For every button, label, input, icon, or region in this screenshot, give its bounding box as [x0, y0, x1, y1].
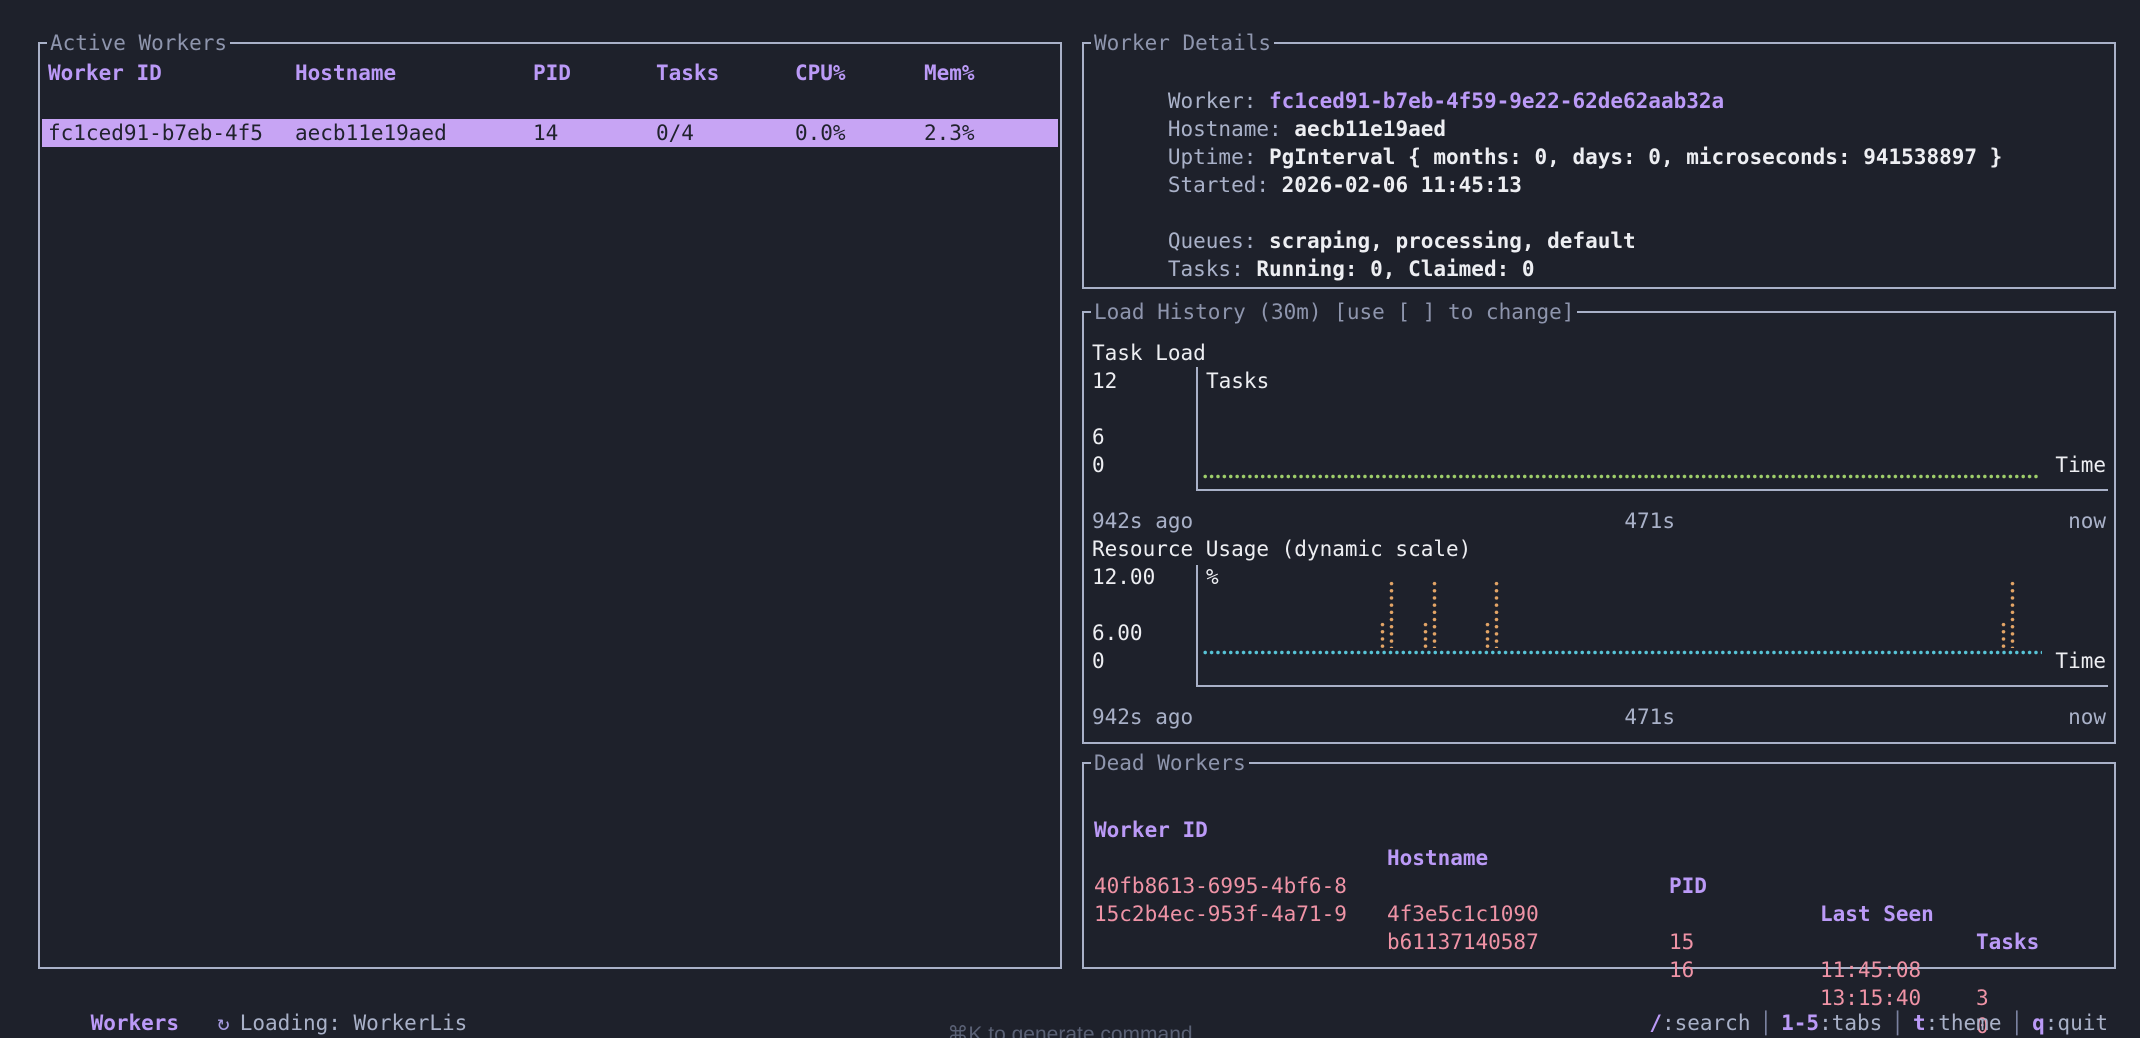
task-ytick-0: 0	[1092, 451, 1105, 479]
cell-mem: 2.3%	[924, 119, 975, 147]
worker-row-selected[interactable]: fc1ced91-b7eb-4f5 aecb11e19aed 14 0/4 0.…	[42, 119, 1058, 147]
dead-worker-row[interactable]: 15c2b4ec-953f-4a71-9 b61137140587 16 13:…	[1086, 872, 2112, 900]
status-bar-left: Workers↻Loading: WorkerLis	[40, 981, 467, 1009]
active-workers-title: Active Workers	[47, 29, 230, 57]
resource-ytick-0: 0	[1092, 647, 1105, 675]
task-xlabel-left: 942s ago	[1092, 507, 1193, 535]
col-cpu: CPU%	[795, 59, 846, 87]
detail-tasks-label: Tasks:	[1168, 257, 1257, 281]
cell-pid: 15	[1669, 928, 1694, 956]
task-x-axis-line	[1196, 489, 2108, 491]
resource-xlabel-left: 942s ago	[1092, 703, 1193, 731]
col-worker-id: Worker ID	[48, 59, 162, 87]
col-worker-id: Worker ID	[1094, 816, 1208, 844]
resource-ytick-6: 6.00	[1092, 619, 1143, 647]
cell-pid: 16	[1669, 956, 1694, 984]
cpu-series-line	[1202, 650, 2042, 655]
dead-workers-header: Worker ID Hostname PID Last Seen Tasks	[1086, 788, 2112, 816]
cell-cpu: 0.0%	[795, 119, 846, 147]
resource-ytick-12: 12.00	[1092, 563, 1155, 591]
col-tasks: Tasks	[656, 59, 719, 87]
load-history-panel: Load History (30m) [use [ ] to change] T…	[1082, 311, 2116, 744]
hint-separator: │	[2001, 1011, 2032, 1035]
detail-hostname: Hostname: aecb11e19aed	[1092, 87, 2108, 115]
detail-started: Started: 2026-02-06 11:45:13	[1092, 143, 2108, 171]
terminal-screen: Active Workers Worker ID Hostname PID Ta…	[0, 0, 2140, 1038]
tab-workers[interactable]: Workers	[91, 1011, 180, 1035]
resource-x-labels: 942s ago 471s now	[1092, 703, 2106, 731]
hint-key-tabs: 1-5	[1781, 1011, 1819, 1035]
cell-worker-id: fc1ced91-b7eb-4f5	[48, 119, 263, 147]
dead-worker-row[interactable]: 40fb8613-6995-4bf6-8 4f3e5c1c1090 15 11:…	[1086, 844, 2112, 872]
resource-chart-title: Resource Usage (dynamic scale)	[1092, 535, 1471, 563]
resource-xlabel-right: now	[2068, 703, 2106, 731]
task-series-line	[1202, 474, 2038, 479]
col-mem: Mem%	[924, 59, 975, 87]
detail-started-label: Started:	[1168, 173, 1282, 197]
hint-separator: │	[1882, 1011, 1913, 1035]
hint-key-search: /	[1649, 1011, 1662, 1035]
detail-started-value: 2026-02-06 11:45:13	[1282, 173, 1522, 197]
detail-tasks: Tasks: Running: 0, Claimed: 0	[1092, 227, 2108, 255]
cell-hostname: aecb11e19aed	[295, 119, 447, 147]
detail-queues: Queues: scraping, processing, default	[1092, 199, 2108, 227]
task-x-labels: 942s ago 471s now	[1092, 507, 2106, 535]
task-chart-title: Task Load	[1092, 339, 1206, 367]
col-last-seen: Last Seen	[1820, 900, 1934, 928]
load-history-title: Load History (30m) [use [ ] to change]	[1091, 298, 1577, 326]
worker-details-title: Worker Details	[1091, 29, 1274, 57]
hint-label-search: :search	[1662, 1011, 1751, 1035]
hint-label-tabs: :tabs	[1819, 1011, 1882, 1035]
col-hostname: Hostname	[295, 59, 396, 87]
dead-workers-panel: Dead Workers Worker ID Hostname PID Last…	[1082, 762, 2116, 969]
resource-xlabel-mid: 471s	[1624, 703, 1675, 731]
spinner-icon: ↻	[217, 1011, 230, 1035]
active-workers-panel: Active Workers Worker ID Hostname PID Ta…	[38, 42, 1062, 969]
col-tasks: Tasks	[1976, 928, 2039, 956]
task-y-axis-line	[1196, 367, 1198, 491]
col-pid: PID	[533, 59, 571, 87]
hint-label-theme: :theme	[1926, 1011, 2002, 1035]
task-xlabel-mid: 471s	[1624, 507, 1675, 535]
loading-status: Loading: WorkerLis	[240, 1011, 468, 1035]
status-bar-hints: /:search│1-5:tabs│t:theme│q:quit	[1599, 981, 2108, 1009]
hint-key-quit: q	[2032, 1011, 2045, 1035]
memory-spikes-layer	[1196, 573, 2040, 685]
worker-details-panel: Worker Details Worker: fc1ced91-b7eb-4f5…	[1082, 42, 2116, 289]
detail-worker: Worker: fc1ced91-b7eb-4f59-9e22-62de62aa…	[1092, 59, 2108, 87]
cell-hostname: b61137140587	[1387, 928, 1539, 956]
task-legend: Tasks	[1206, 367, 1269, 395]
cell-last-seen: 11:45:08	[1820, 956, 1921, 984]
hint-label-quit: :quit	[2045, 1011, 2108, 1035]
cell-hostname: 4f3e5c1c1090	[1387, 900, 1539, 928]
task-xlabel-right: now	[2068, 507, 2106, 535]
resource-x-axis-title: Time	[2055, 647, 2106, 675]
task-ytick-12: 12	[1092, 367, 1117, 395]
cell-worker-id: 15c2b4ec-953f-4a71-9	[1094, 900, 1347, 928]
task-ytick-6: 6	[1092, 423, 1105, 451]
task-x-axis-title: Time	[2055, 451, 2106, 479]
detail-tasks-value: Running: 0, Claimed: 0	[1256, 257, 1534, 281]
hint-key-theme: t	[1913, 1011, 1926, 1035]
terminal-shortcut-hint: ⌘K to generate command	[947, 1022, 1192, 1038]
cell-pid: 14	[533, 119, 558, 147]
resource-x-axis-line	[1196, 685, 2108, 687]
active-workers-header: Worker ID Hostname PID Tasks CPU% Mem%	[42, 59, 1058, 87]
detail-uptime: Uptime: PgInterval { months: 0, days: 0,…	[1092, 115, 2108, 143]
dead-workers-title: Dead Workers	[1091, 749, 1249, 777]
cell-tasks: 0/4	[656, 119, 694, 147]
hint-separator: │	[1750, 1011, 1781, 1035]
